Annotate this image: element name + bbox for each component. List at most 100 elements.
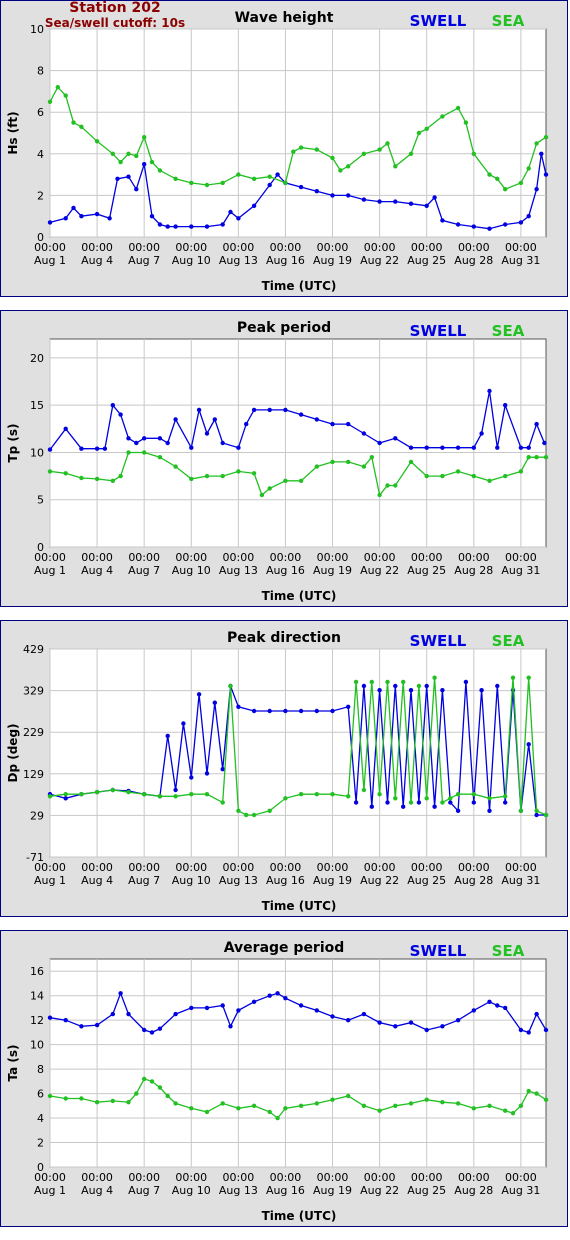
sea-data-point [455,469,461,474]
x-tick-time: 00:00 [505,241,537,254]
x-tick-date: Aug 22 [360,874,399,887]
swell-data-point [440,688,445,693]
x-tick-time: 00:00 [411,1171,443,1184]
sea-data-point [543,135,549,140]
sea-data-point [298,145,304,150]
x-tick-time: 00:00 [34,551,66,564]
sea-data-point [204,473,210,479]
swell-data-point [487,388,492,394]
swell-data-point [47,220,53,225]
swell-data-point [526,1030,531,1035]
x-tick-time: 00:00 [175,861,207,874]
sea-data-point [204,792,210,797]
swell-data-point [503,800,508,805]
swell-data-point [455,445,461,450]
swell-data-point [283,407,288,413]
peak-direction-chart: -712912922932942900:00Aug 100:00Aug 400:… [6,630,549,913]
x-tick-time: 00:00 [270,861,302,874]
swell-data-point [236,1008,241,1013]
swell-data-point [408,1020,414,1025]
y-tick-label: 20 [30,352,44,365]
swell-data-point [275,172,280,177]
y-axis-label: Ta (s) [6,1044,20,1081]
sea-data-point [526,675,531,680]
x-tick-time: 00:00 [364,1171,396,1184]
swell-data-point [283,996,288,1001]
average-period-chart: 024681012141600:00Aug 100:00Aug 400:00Au… [6,940,549,1223]
x-tick-time: 00:00 [270,551,302,564]
x-tick-date: Aug 31 [501,1184,540,1197]
swell-data-point [173,787,178,793]
sea-data-point [455,1101,461,1106]
peak-period-plot-area [49,338,547,548]
y-tick-label: 229 [23,726,44,739]
sea-data-point [71,120,76,125]
wave-height-plot-area [49,28,547,238]
x-tick-date: Aug 28 [454,1184,493,1197]
swell-data-point [393,436,398,441]
sea-data-point [526,1088,531,1094]
swell-data-point [189,445,194,450]
sea-data-point [377,492,382,498]
peak-period-chart: 0510152000:00Aug 100:00Aug 400:00Aug 700… [6,320,549,603]
wave-height-panel: 0 2 4 6 8 10 00:00 Aug 1 00:00 Aug 4 00:00 Aug 7 00:… [0,0,568,297]
sea-data-point [94,476,100,482]
swell-data-point [346,193,351,198]
x-tick-date: Aug 1 [34,564,66,577]
y-tick-label: 6 [37,106,44,119]
swell-data-point [543,1027,549,1033]
chart-title: Peak direction [227,630,341,646]
sea-data-point [298,1103,304,1108]
sea-data-point [471,473,476,479]
swell-data-point [63,1018,68,1023]
peak-direction-plot-area [49,648,547,858]
x-tick-date: Aug 4 [81,254,113,267]
swell-data-point [518,445,524,450]
x-tick-time: 00:00 [458,861,490,874]
sea-data-point [487,478,492,483]
legend-swell: SWELL [410,12,467,30]
swell-data-point [79,214,84,219]
sea-data-point [47,469,53,474]
sea-data-point [118,159,123,165]
x-tick-date: Aug 22 [360,1184,399,1197]
swell-data-point [471,1008,476,1013]
swell-data-point [267,708,272,714]
x-tick-time: 00:00 [364,551,396,564]
sea-data-point [385,141,390,146]
swell-data-point [110,403,116,408]
sea-data-point [110,1098,116,1104]
swell-data-point [283,708,288,714]
sea-data-point [510,1111,516,1116]
swell-data-point [94,446,100,451]
swell-data-point [165,440,170,446]
swell-data-point [204,771,210,776]
y-tick-label: 10 [30,1039,44,1052]
sea-data-point [275,1115,280,1121]
sea-data-point [157,794,163,799]
legend-sea: SEA [492,632,525,650]
swell-data-point [330,1014,335,1019]
x-tick-time: 00:00 [364,241,396,254]
swell-data-point [149,1030,155,1035]
sea-data-point [283,180,288,186]
sea-data-point [63,792,68,797]
sea-data-point [393,796,398,801]
swell-data-point [463,679,469,685]
sea-data-point [440,114,445,119]
sea-data-point [385,679,390,685]
sea-data-point [63,471,68,476]
swell-data-point [118,991,123,996]
swell-data-point [126,174,131,179]
sea-data-point [534,141,539,146]
swell-data-point [173,1011,178,1017]
swell-data-point [47,447,53,452]
swell-data-point [401,804,406,809]
swell-data-point [47,1015,53,1020]
station-title: Station 202 [69,0,161,16]
sea-data-point [503,1108,508,1113]
sea-data-point [543,455,549,460]
swell-data-point [487,226,492,231]
sea-data-point [142,135,147,140]
swell-data-point [244,421,249,427]
